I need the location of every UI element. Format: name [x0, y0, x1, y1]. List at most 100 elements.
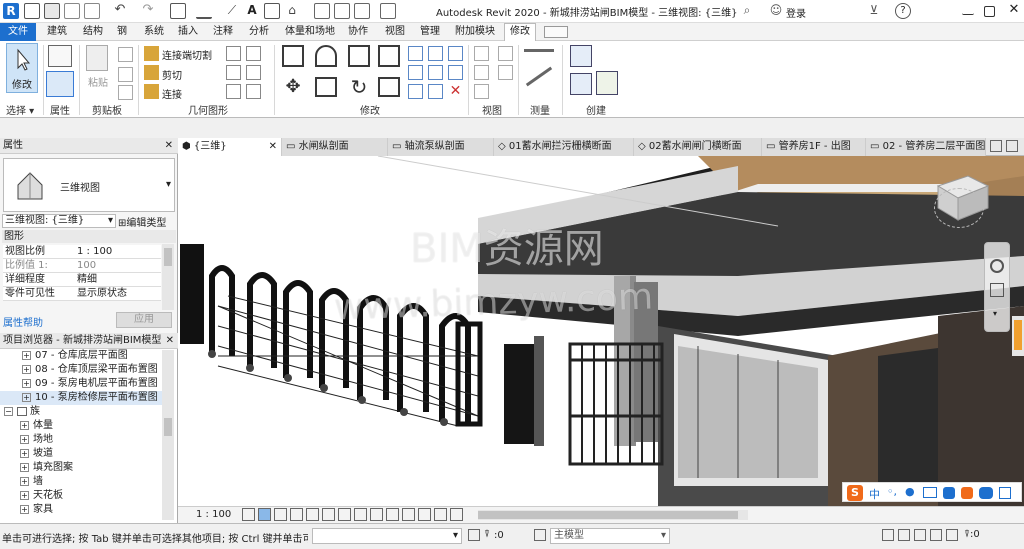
- toolbox-icon[interactable]: [999, 487, 1011, 499]
- linework-icon[interactable]: [474, 65, 489, 80]
- properties-scrollbar[interactable]: [162, 244, 174, 310]
- save-icon[interactable]: [44, 3, 60, 19]
- horizontal-scrollbar[interactable]: [478, 510, 748, 520]
- view-tab[interactable]: ▭ 水闸纵剖面: [282, 138, 388, 156]
- view-tab[interactable]: ▭ 02 - 管养房二层平面图: [866, 138, 986, 156]
- wall-join-icon[interactable]: [246, 46, 261, 61]
- tab-massing-site[interactable]: 体量和场地: [283, 24, 337, 40]
- remove-paint-icon[interactable]: [246, 84, 261, 99]
- section-icon[interactable]: [314, 3, 330, 19]
- join-geometry-icon[interactable]: [144, 84, 159, 99]
- graphics-section[interactable]: 图形: [2, 230, 176, 243]
- browser-family-item[interactable]: + 天花板: [0, 489, 162, 503]
- minimize-icon[interactable]: [962, 3, 974, 15]
- keyboard-icon[interactable]: [923, 487, 937, 498]
- demolish-icon[interactable]: [226, 65, 241, 80]
- browser-scrollbar[interactable]: [162, 350, 174, 520]
- browser-view-item[interactable]: +10 - 泵房检修层平面布置图: [0, 391, 162, 405]
- zoom-icon[interactable]: [990, 283, 1004, 297]
- connect-cut-label[interactable]: 连接端切割: [162, 47, 212, 62]
- rotate-icon[interactable]: ↻: [348, 77, 370, 97]
- sogou-icon[interactable]: S: [847, 485, 863, 501]
- cut-label[interactable]: 剪切: [162, 67, 182, 82]
- temp-properties-icon[interactable]: [418, 508, 431, 521]
- skin-icon[interactable]: [943, 487, 955, 499]
- crop-icon[interactable]: [322, 508, 335, 521]
- paint-icon[interactable]: [226, 84, 241, 99]
- align-icon[interactable]: [282, 45, 304, 67]
- tab-steel[interactable]: 钢: [114, 24, 130, 40]
- shirt-icon[interactable]: [961, 487, 973, 499]
- design-options-icon[interactable]: [534, 529, 546, 541]
- browser-family-item[interactable]: + 坡道: [0, 447, 162, 461]
- customize-icon[interactable]: [380, 3, 396, 19]
- properties-help-link[interactable]: 属性帮助: [3, 314, 43, 329]
- split-face-icon[interactable]: [246, 65, 261, 80]
- browser-family-item[interactable]: + 家具: [0, 503, 162, 515]
- close-icon[interactable]: ✕: [1006, 3, 1022, 19]
- select-pinned-icon[interactable]: [914, 529, 926, 541]
- match-properties-icon[interactable]: [118, 85, 133, 100]
- ribbon-toggle-icon[interactable]: [544, 26, 568, 38]
- measure-icon[interactable]: [196, 3, 212, 19]
- viewcube[interactable]: [934, 188, 984, 228]
- tab-annotate[interactable]: 注释: [210, 24, 236, 40]
- show-crop-icon[interactable]: [338, 508, 351, 521]
- reveal-hidden-icon[interactable]: [386, 508, 399, 521]
- filter-status-icon[interactable]: ⍒:0: [964, 529, 980, 540]
- create-parts-icon[interactable]: [570, 73, 592, 95]
- home-icon[interactable]: ⌂: [284, 3, 300, 19]
- temp-hide-icon[interactable]: [370, 508, 383, 521]
- revit-logo-icon[interactable]: R: [3, 3, 19, 19]
- 3d-view-icon[interactable]: [264, 3, 280, 19]
- property-row[interactable]: 视图比例 1 : 100: [3, 245, 161, 259]
- view-tab[interactable]: ◇ 01蓄水闸拦污栅横断面: [494, 138, 634, 156]
- edit-type-button[interactable]: ⊞编辑类型: [118, 214, 166, 229]
- copy-icon[interactable]: [118, 47, 133, 62]
- view-tab[interactable]: ◇ 02蓄水闸闸门横断面: [634, 138, 762, 156]
- editable-only-icon[interactable]: [468, 529, 480, 541]
- view-option-b-icon[interactable]: [498, 65, 513, 80]
- view-instance-selector[interactable]: 三维视图: {三维} ▾: [2, 214, 116, 228]
- close-icon[interactable]: ✕: [165, 333, 174, 348]
- undo-icon[interactable]: ↶: [112, 3, 128, 19]
- viewport-scrollbar[interactable]: [1012, 316, 1024, 356]
- tab-systems[interactable]: 系统: [140, 24, 168, 40]
- tab-file[interactable]: 文件: [0, 23, 36, 41]
- mirror-draw-icon[interactable]: [378, 45, 400, 67]
- tab-structure[interactable]: 结构: [80, 24, 106, 40]
- mic-icon[interactable]: ●: [905, 485, 915, 498]
- filter-icon[interactable]: ⍒: [484, 529, 490, 540]
- analytical-model-icon[interactable]: [434, 508, 447, 521]
- create-assembly-icon[interactable]: [570, 45, 592, 67]
- search-icon[interactable]: ⌕: [739, 3, 755, 19]
- sync-icon[interactable]: [64, 3, 80, 19]
- array-icon[interactable]: [408, 84, 423, 99]
- type-properties-icon[interactable]: [46, 71, 74, 97]
- view-option-a-icon[interactable]: [498, 46, 513, 61]
- dimension-icon[interactable]: ⟋: [224, 3, 240, 19]
- trim-multiple-icon[interactable]: [448, 65, 463, 80]
- tab-insert[interactable]: 插入: [176, 24, 200, 40]
- select-underlay-icon[interactable]: [898, 529, 910, 541]
- help-icon[interactable]: ?: [895, 3, 911, 19]
- open-icon[interactable]: [24, 3, 40, 19]
- move-icon[interactable]: ✥: [282, 77, 304, 97]
- measure-distance-icon[interactable]: [524, 49, 554, 52]
- view-tab-3d[interactable]: ⬢ {三维} ✕: [178, 138, 282, 156]
- property-row[interactable]: 详细程度 精细: [3, 273, 161, 287]
- trim-icon[interactable]: [378, 77, 400, 97]
- delete-icon[interactable]: ✕: [448, 84, 463, 99]
- mirror-axis-icon[interactable]: [348, 45, 370, 67]
- browser-family-root[interactable]: − 族: [0, 405, 162, 419]
- tab-manage[interactable]: 管理: [417, 24, 443, 40]
- browser-family-item[interactable]: + 场地: [0, 433, 162, 447]
- modify-button[interactable]: 修改: [6, 43, 38, 93]
- login-link[interactable]: 登录: [786, 5, 806, 20]
- sync-dropdown-icon[interactable]: [84, 3, 100, 19]
- hide-element-icon[interactable]: [474, 84, 489, 99]
- browser-family-item[interactable]: + 体量: [0, 419, 162, 433]
- 3d-viewport[interactable]: BIM资源网 www.bimzyw.com ▾ S 中 ◦, ●: [178, 156, 1024, 506]
- select-by-face-icon[interactable]: [930, 529, 942, 541]
- type-selector[interactable]: 三维视图 ▾: [3, 158, 175, 212]
